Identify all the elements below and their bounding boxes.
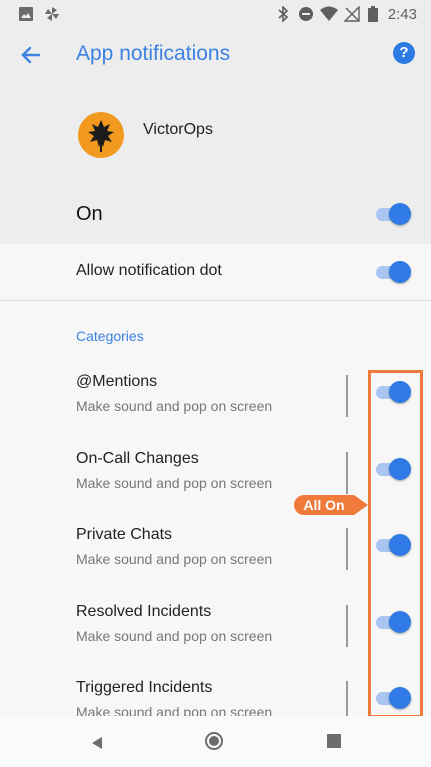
notification-dot-toggle[interactable]	[376, 261, 411, 283]
victorops-leaf-logo	[78, 112, 124, 158]
toggles-highlight-box	[368, 370, 423, 718]
back-arrow-icon[interactable]	[18, 42, 44, 68]
category-row-private-chats[interactable]: Private Chats Make sound and pop on scre…	[0, 526, 431, 598]
app-name: VictorOps	[143, 121, 213, 138]
divider	[346, 375, 348, 417]
category-subtitle: Make sound and pop on screen	[76, 475, 273, 491]
app-header: VictorOps	[0, 100, 431, 170]
category-subtitle: Make sound and pop on screen	[76, 628, 273, 644]
navigation-bar	[0, 716, 431, 767]
wifi-icon	[320, 6, 338, 21]
divider	[346, 528, 348, 570]
master-toggle[interactable]	[376, 203, 411, 225]
category-row-mentions[interactable]: @Mentions Make sound and pop on screen	[0, 373, 431, 445]
recents-icon[interactable]	[327, 734, 341, 748]
category-title: Triggered Incidents	[76, 679, 213, 696]
master-toggle-label: On	[76, 203, 103, 225]
back-icon[interactable]	[90, 736, 104, 750]
divider	[346, 452, 348, 494]
category-title: Private Chats	[76, 526, 173, 543]
bluetooth-icon	[278, 6, 289, 22]
settings-panel: Allow notification dot Categories @Menti…	[0, 244, 431, 723]
category-title: Resolved Incidents	[76, 603, 212, 620]
image-icon	[19, 7, 33, 21]
category-subtitle: Make sound and pop on screen	[76, 551, 273, 567]
pinwheel-icon	[45, 7, 59, 21]
status-bar: 2:43	[0, 0, 431, 28]
help-icon[interactable]: ?	[393, 42, 415, 64]
battery-icon	[368, 6, 378, 22]
notification-dot-label: Allow notification dot	[76, 262, 222, 279]
master-toggle-row[interactable]: On	[0, 184, 431, 244]
no-signal-icon	[344, 6, 360, 22]
categories-header: Categories	[76, 328, 144, 344]
do-not-disturb-icon	[299, 7, 313, 21]
app-bar: App notifications ?	[0, 28, 431, 84]
category-subtitle: Make sound and pop on screen	[76, 398, 273, 414]
divider	[346, 605, 348, 647]
notification-dot-row[interactable]: Allow notification dot	[0, 244, 431, 301]
category-title: On-Call Changes	[76, 450, 199, 467]
home-icon[interactable]	[205, 732, 223, 750]
category-title: @Mentions	[76, 373, 158, 390]
all-on-callout: All On	[294, 495, 368, 515]
page-title: App notifications	[76, 42, 231, 65]
category-row-resolved-incidents[interactable]: Resolved Incidents Make sound and pop on…	[0, 603, 431, 675]
status-time: 2:43	[387, 6, 417, 23]
